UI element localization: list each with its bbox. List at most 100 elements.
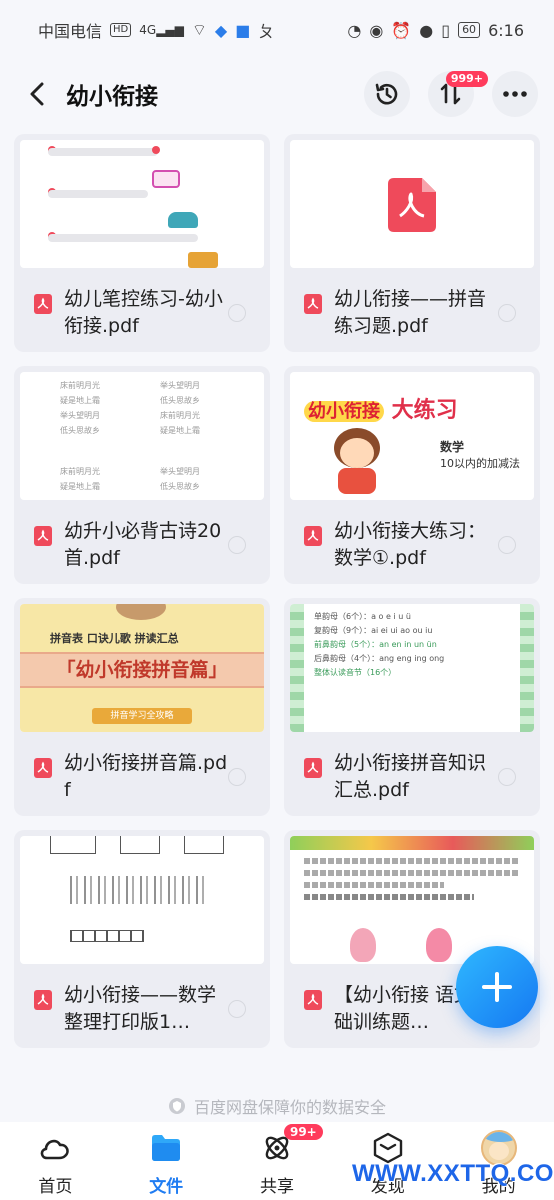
file-thumbnail: 幼小衔接 大练习 数学 10以内的加减法 xyxy=(290,372,534,500)
file-thumbnail xyxy=(290,836,534,964)
transfer-button[interactable]: 999+ xyxy=(428,71,488,117)
pdf-icon xyxy=(304,990,322,1010)
page-title: 幼小衔接 xyxy=(66,84,158,110)
file-thumbnail: 拼音表 口诀儿歌 拼读汇总 「幼小衔接拼音篇」 拼音学习全攻略 xyxy=(20,604,264,732)
select-checkbox[interactable] xyxy=(228,768,246,786)
signal-icon: 4G▂▄▆ xyxy=(139,23,184,37)
thumb-decoration xyxy=(290,836,534,850)
poem-text: 举头望明月 低头思故乡 xyxy=(160,467,200,491)
cloud-icon xyxy=(37,1130,73,1166)
file-info: 幼儿衔接——拼音练习题.pdf xyxy=(290,268,534,348)
file-name: 幼小衔接——数学整理打印版1… xyxy=(64,984,217,1033)
nav-label: 首页 xyxy=(38,1177,73,1197)
car-icon xyxy=(168,212,198,228)
select-checkbox[interactable] xyxy=(228,536,246,554)
thumb-text: 单韵母（6个）：a o e i u ü 复韵母（9个）：ai ei ui ao … xyxy=(314,612,445,677)
thumb-tags: 拼音表 口诀儿歌 拼读汇总 xyxy=(50,632,179,645)
thumb-box xyxy=(120,836,160,854)
location-icon: ● xyxy=(419,20,434,40)
bus-icon xyxy=(152,170,180,188)
file-name: 幼升小必背古诗20首.pdf xyxy=(64,520,222,569)
file-info: 幼小衔接大练习：数学①.pdf xyxy=(290,500,534,580)
file-info: 幼小衔接拼音知识汇总.pdf xyxy=(290,732,534,812)
thumb-line xyxy=(48,234,198,242)
thumb-subtitle: 数学 10以内的加减法 xyxy=(440,440,520,470)
back-button[interactable] xyxy=(22,79,52,109)
thumb-boxes xyxy=(70,930,144,942)
more-button[interactable] xyxy=(492,71,538,117)
file-name: 幼儿笔控练习-幼小衔接.pdf xyxy=(64,288,223,337)
status-bar: 中国电信 HD 4G▂▄▆ ⌔ ◆ ■ ㄆ ◔ ◉ ⏰ ● ▯ 60 6:16 xyxy=(0,0,554,60)
file-info: 幼小衔接拼音篇.pdf xyxy=(20,732,264,812)
file-card[interactable]: 幼儿笔控练习-幼小衔接.pdf xyxy=(14,134,270,352)
file-thumbnail: 床前明月光 疑是地上霜 举头望明月 低头思故乡 举头望明月 低头思故乡 床前明月… xyxy=(20,372,264,500)
nav-files[interactable]: 文件 xyxy=(111,1130,221,1197)
pdf-icon xyxy=(34,758,52,778)
plus-icon xyxy=(482,972,512,1002)
thumb-button: 拼音学习全攻略 xyxy=(92,708,192,724)
chevron-left-icon xyxy=(30,82,44,106)
add-button[interactable] xyxy=(456,946,538,1028)
select-checkbox[interactable] xyxy=(498,304,516,322)
thumb-border xyxy=(290,604,304,732)
select-checkbox[interactable] xyxy=(498,768,516,786)
file-thumbnail: 单韵母（6个）：a o e i u ü 复韵母（9个）：ai ei ui ao … xyxy=(290,604,534,732)
file-thumbnail xyxy=(20,836,264,964)
nav-label: 文件 xyxy=(149,1177,184,1197)
pdf-icon xyxy=(34,294,52,314)
poem-text: 床前明月光 疑是地上霜 xyxy=(60,467,100,491)
thumb-line xyxy=(48,148,158,156)
thumb-dot xyxy=(152,146,160,154)
truck-icon xyxy=(188,252,218,268)
select-checkbox[interactable] xyxy=(498,536,516,554)
page-header: 幼小衔接 999+ xyxy=(0,62,554,126)
thumb-text xyxy=(304,858,520,900)
nav-home[interactable]: 首页 xyxy=(0,1130,110,1197)
thumb-title: 幼小衔接 大练习 xyxy=(304,392,458,424)
file-name: 幼小衔接拼音知识汇总.pdf xyxy=(334,752,487,801)
battery-icon: 60 xyxy=(458,22,481,38)
carrier-label: 中国电信 xyxy=(38,22,103,41)
file-thumbnail xyxy=(20,140,264,268)
nfc-icon: ◔ xyxy=(347,20,362,40)
thumb-pictures xyxy=(70,876,210,904)
file-card[interactable]: 幼小衔接 大练习 数学 10以内的加减法 幼小衔接大练习：数学①.pdf xyxy=(284,366,540,584)
status-right: ◔ ◉ ⏰ ● ▯ 60 6:16 xyxy=(347,21,524,40)
select-checkbox[interactable] xyxy=(228,1000,246,1018)
eye-icon: ◉ xyxy=(369,20,384,40)
file-card[interactable]: 拼音表 口诀儿歌 拼读汇总 「幼小衔接拼音篇」 拼音学习全攻略 幼小衔接拼音篇.… xyxy=(14,598,270,816)
vibrate-icon: ▯ xyxy=(441,20,451,40)
more-icon xyxy=(503,91,527,97)
file-name: 幼小衔接大练习：数学①.pdf xyxy=(334,520,487,569)
thumb-border xyxy=(520,604,534,732)
file-card[interactable]: 幼小衔接——数学整理打印版1… xyxy=(14,830,270,1048)
share-badge: 99+ xyxy=(283,1124,323,1140)
file-card[interactable]: 幼儿衔接——拼音练习题.pdf xyxy=(284,134,540,352)
pdf-icon xyxy=(304,526,322,546)
thumb-line xyxy=(48,190,148,198)
nav-share[interactable]: 99+ 共享 xyxy=(222,1124,332,1197)
file-info: 幼升小必背古诗20首.pdf xyxy=(20,500,264,580)
file-card[interactable]: 床前明月光 疑是地上霜 举头望明月 低头思故乡 举头望明月 低头思故乡 床前明月… xyxy=(14,366,270,584)
poem-text: 床前明月光 疑是地上霜 举头望明月 低头思故乡 xyxy=(60,381,100,435)
child-illustration xyxy=(330,428,386,494)
poem-text: 举头望明月 低头思故乡 床前明月光 疑是地上霜 xyxy=(160,381,200,435)
file-grid: 幼儿笔控练习-幼小衔接.pdf 幼儿衔接——拼音练习题.pdf 床前明月光 疑是… xyxy=(14,134,540,1048)
shield-icon: ◆ xyxy=(214,20,228,40)
thumb-banner: 「幼小衔接拼音篇」 xyxy=(20,652,264,688)
file-thumbnail xyxy=(290,140,534,268)
file-info: 幼小衔接——数学整理打印版1… xyxy=(20,964,264,1044)
transfer-badge: 999+ xyxy=(445,71,488,87)
select-checkbox[interactable] xyxy=(228,304,246,322)
file-info: 幼儿笔控练习-幼小衔接.pdf xyxy=(20,268,264,348)
pdf-icon xyxy=(304,294,322,314)
thumb-box xyxy=(50,836,96,854)
kid-illustration xyxy=(426,928,452,962)
file-card[interactable]: 单韵母（6个）：a o e i u ü 复韵母（9个）：ai ei ui ao … xyxy=(284,598,540,816)
pdf-icon xyxy=(34,990,52,1010)
pdf-icon xyxy=(34,526,52,546)
history-icon xyxy=(375,83,398,105)
folder-icon xyxy=(148,1130,184,1166)
history-button[interactable] xyxy=(364,71,410,117)
nav-label: 共享 xyxy=(259,1177,294,1197)
